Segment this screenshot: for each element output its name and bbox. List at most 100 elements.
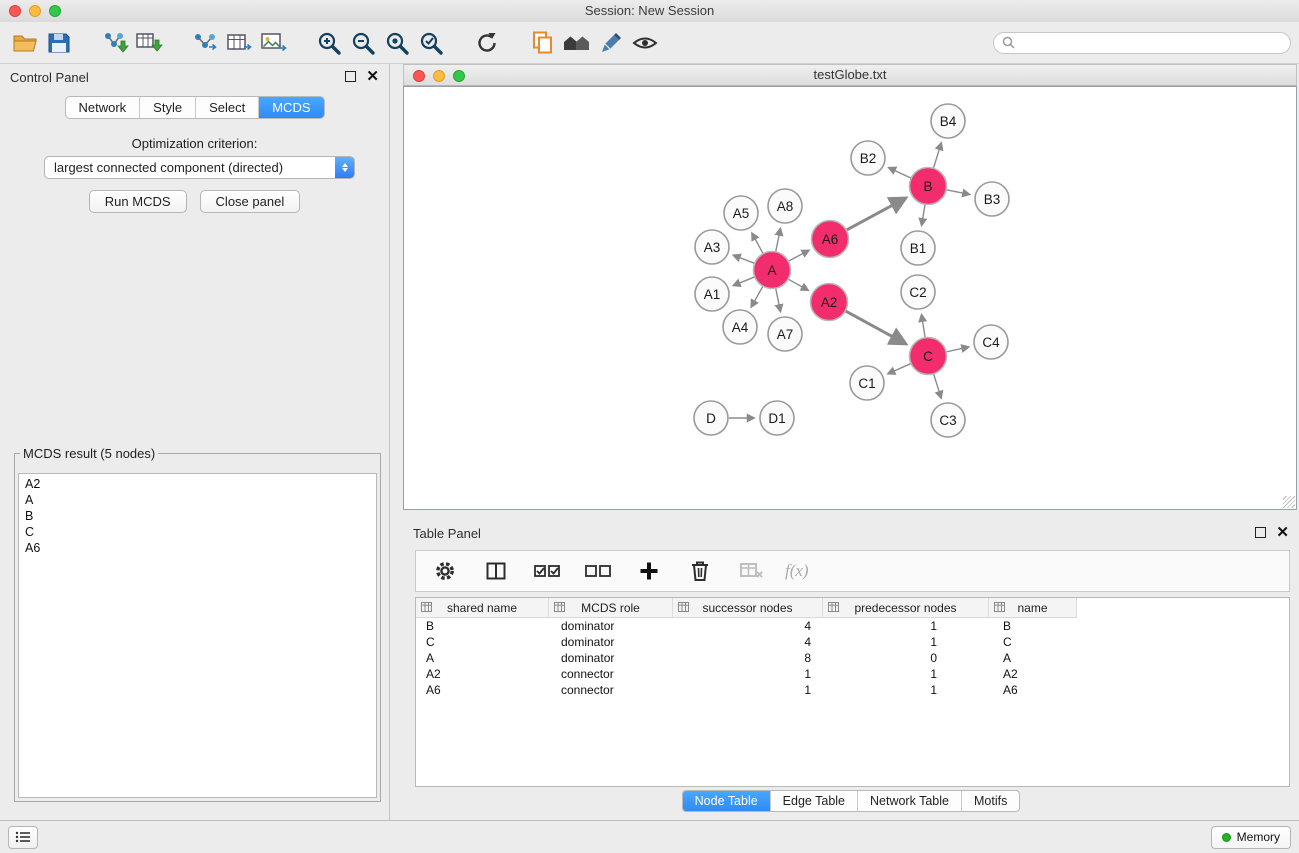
- edge-B-B3[interactable]: [947, 190, 970, 195]
- float-panel-button[interactable]: [345, 70, 356, 85]
- edge-A6-B[interactable]: [847, 198, 905, 230]
- edge-B-B4[interactable]: [934, 143, 942, 168]
- node-A3[interactable]: A3: [695, 230, 729, 264]
- apply-layout-button[interactable]: [470, 26, 504, 60]
- run-mcds-button[interactable]: Run MCDS: [89, 190, 187, 213]
- fullscreen-window-button[interactable]: [49, 5, 61, 17]
- close-window-button[interactable]: [9, 5, 21, 17]
- save-session-button[interactable]: [42, 26, 76, 60]
- resize-handle[interactable]: [1283, 496, 1295, 508]
- list-item[interactable]: A6: [19, 540, 376, 556]
- task-history-button[interactable]: [8, 826, 38, 849]
- edge-A-A2[interactable]: [789, 279, 809, 290]
- edge-A-A5[interactable]: [752, 233, 763, 253]
- new-network-button[interactable]: [188, 26, 222, 60]
- edge-A-A6[interactable]: [789, 250, 809, 261]
- delete-column-button[interactable]: [683, 554, 717, 588]
- zoom-in-button[interactable]: [312, 26, 346, 60]
- close-panel-button[interactable]: Close panel: [200, 190, 301, 213]
- node-B1[interactable]: B1: [901, 231, 935, 265]
- search-input[interactable]: [1020, 34, 1282, 51]
- table-settings-button[interactable]: [428, 554, 462, 588]
- node-A[interactable]: A: [754, 252, 791, 289]
- node-C[interactable]: C: [910, 338, 947, 375]
- tab-edge-table[interactable]: Edge Table: [770, 791, 857, 811]
- tab-network-table[interactable]: Network Table: [857, 791, 961, 811]
- tab-style[interactable]: Style: [139, 97, 195, 118]
- table-row[interactable]: Bdominator41B: [416, 618, 1289, 634]
- node-B2[interactable]: B2: [851, 141, 885, 175]
- node-C4[interactable]: C4: [974, 325, 1008, 359]
- minimize-window-button[interactable]: [29, 5, 41, 17]
- list-item[interactable]: B: [19, 508, 376, 524]
- deselect-all-button[interactable]: [581, 554, 615, 588]
- tab-network[interactable]: Network: [65, 97, 139, 118]
- node-B[interactable]: B: [910, 168, 947, 205]
- criterion-dropdown[interactable]: largest connected component (directed): [44, 156, 355, 179]
- edge-B-B1[interactable]: [922, 205, 925, 226]
- tab-motifs[interactable]: Motifs: [961, 791, 1019, 811]
- zoom-network-window-button[interactable]: [453, 70, 465, 82]
- tab-mcds[interactable]: MCDS: [258, 97, 323, 118]
- list-item[interactable]: C: [19, 524, 376, 540]
- edge-C-C1[interactable]: [888, 364, 911, 374]
- column-header-successor-nodes[interactable]: successor nodes: [673, 598, 823, 617]
- import-network-button[interactable]: [98, 26, 132, 60]
- column-header-mcds-role[interactable]: MCDS role: [549, 598, 673, 617]
- edge-A-A4[interactable]: [751, 287, 762, 307]
- node-B3[interactable]: B3: [975, 182, 1009, 216]
- node-C2[interactable]: C2: [901, 275, 935, 309]
- edge-A-A7[interactable]: [776, 289, 781, 312]
- delete-table-button[interactable]: [734, 554, 768, 588]
- close-control-panel-button[interactable]: ✕: [366, 71, 379, 83]
- zoom-fit-button[interactable]: [380, 26, 414, 60]
- open-session-button[interactable]: [8, 26, 42, 60]
- edge-A2-C[interactable]: [846, 311, 905, 343]
- import-table-button[interactable]: [132, 26, 166, 60]
- zoom-out-button[interactable]: [346, 26, 380, 60]
- new-table-button[interactable]: [222, 26, 256, 60]
- edge-C-C3[interactable]: [934, 374, 941, 398]
- node-A5[interactable]: A5: [724, 196, 758, 230]
- node-B4[interactable]: B4: [931, 104, 965, 138]
- node-A8[interactable]: A8: [768, 189, 802, 223]
- node-C1[interactable]: C1: [850, 366, 884, 400]
- minimize-network-window-button[interactable]: [433, 70, 445, 82]
- list-item[interactable]: A2: [19, 476, 376, 492]
- close-network-window-button[interactable]: [413, 70, 425, 82]
- table-row[interactable]: Adominator80A: [416, 650, 1289, 666]
- edge-C-C2[interactable]: [922, 315, 926, 338]
- node-A6[interactable]: A6: [812, 221, 849, 258]
- table-row[interactable]: A2connector11A2: [416, 666, 1289, 682]
- edge-A-A1[interactable]: [733, 277, 754, 285]
- function-builder-button[interactable]: f(x): [785, 561, 809, 581]
- node-D[interactable]: D: [694, 401, 728, 435]
- search-box[interactable]: [993, 32, 1291, 54]
- node-A7[interactable]: A7: [768, 317, 802, 351]
- network-canvas[interactable]: B4 B2 B B3 A5 A8 A6 B1 A3 A C2 A1 A2 A4 A7 C4 C C1 C3 D D1: [403, 86, 1297, 510]
- graphics-details-button[interactable]: [594, 26, 628, 60]
- column-header-shared-name[interactable]: shared name: [416, 598, 549, 617]
- tab-node-table[interactable]: Node Table: [683, 791, 770, 811]
- close-table-panel-button[interactable]: ✕: [1276, 527, 1289, 539]
- edge-C-C4[interactable]: [947, 347, 969, 352]
- duplicate-page-button[interactable]: [526, 26, 560, 60]
- add-column-button[interactable]: [632, 554, 666, 588]
- node-A1[interactable]: A1: [695, 277, 729, 311]
- tab-select[interactable]: Select: [195, 97, 258, 118]
- list-item[interactable]: A: [19, 492, 376, 508]
- memory-button[interactable]: Memory: [1211, 826, 1291, 849]
- node-D1[interactable]: D1: [760, 401, 794, 435]
- export-image-button[interactable]: [256, 26, 290, 60]
- node-C3[interactable]: C3: [931, 403, 965, 437]
- show-columns-button[interactable]: [479, 554, 513, 588]
- node-A2[interactable]: A2: [811, 284, 848, 321]
- home-views-button[interactable]: [560, 26, 594, 60]
- edge-B-B2[interactable]: [889, 168, 911, 178]
- show-hide-button[interactable]: [628, 26, 662, 60]
- select-all-button[interactable]: [530, 554, 564, 588]
- node-A4[interactable]: A4: [723, 310, 757, 344]
- table-row[interactable]: A6connector11A6: [416, 682, 1289, 698]
- zoom-selected-button[interactable]: [414, 26, 448, 60]
- edge-A-A8[interactable]: [776, 229, 781, 252]
